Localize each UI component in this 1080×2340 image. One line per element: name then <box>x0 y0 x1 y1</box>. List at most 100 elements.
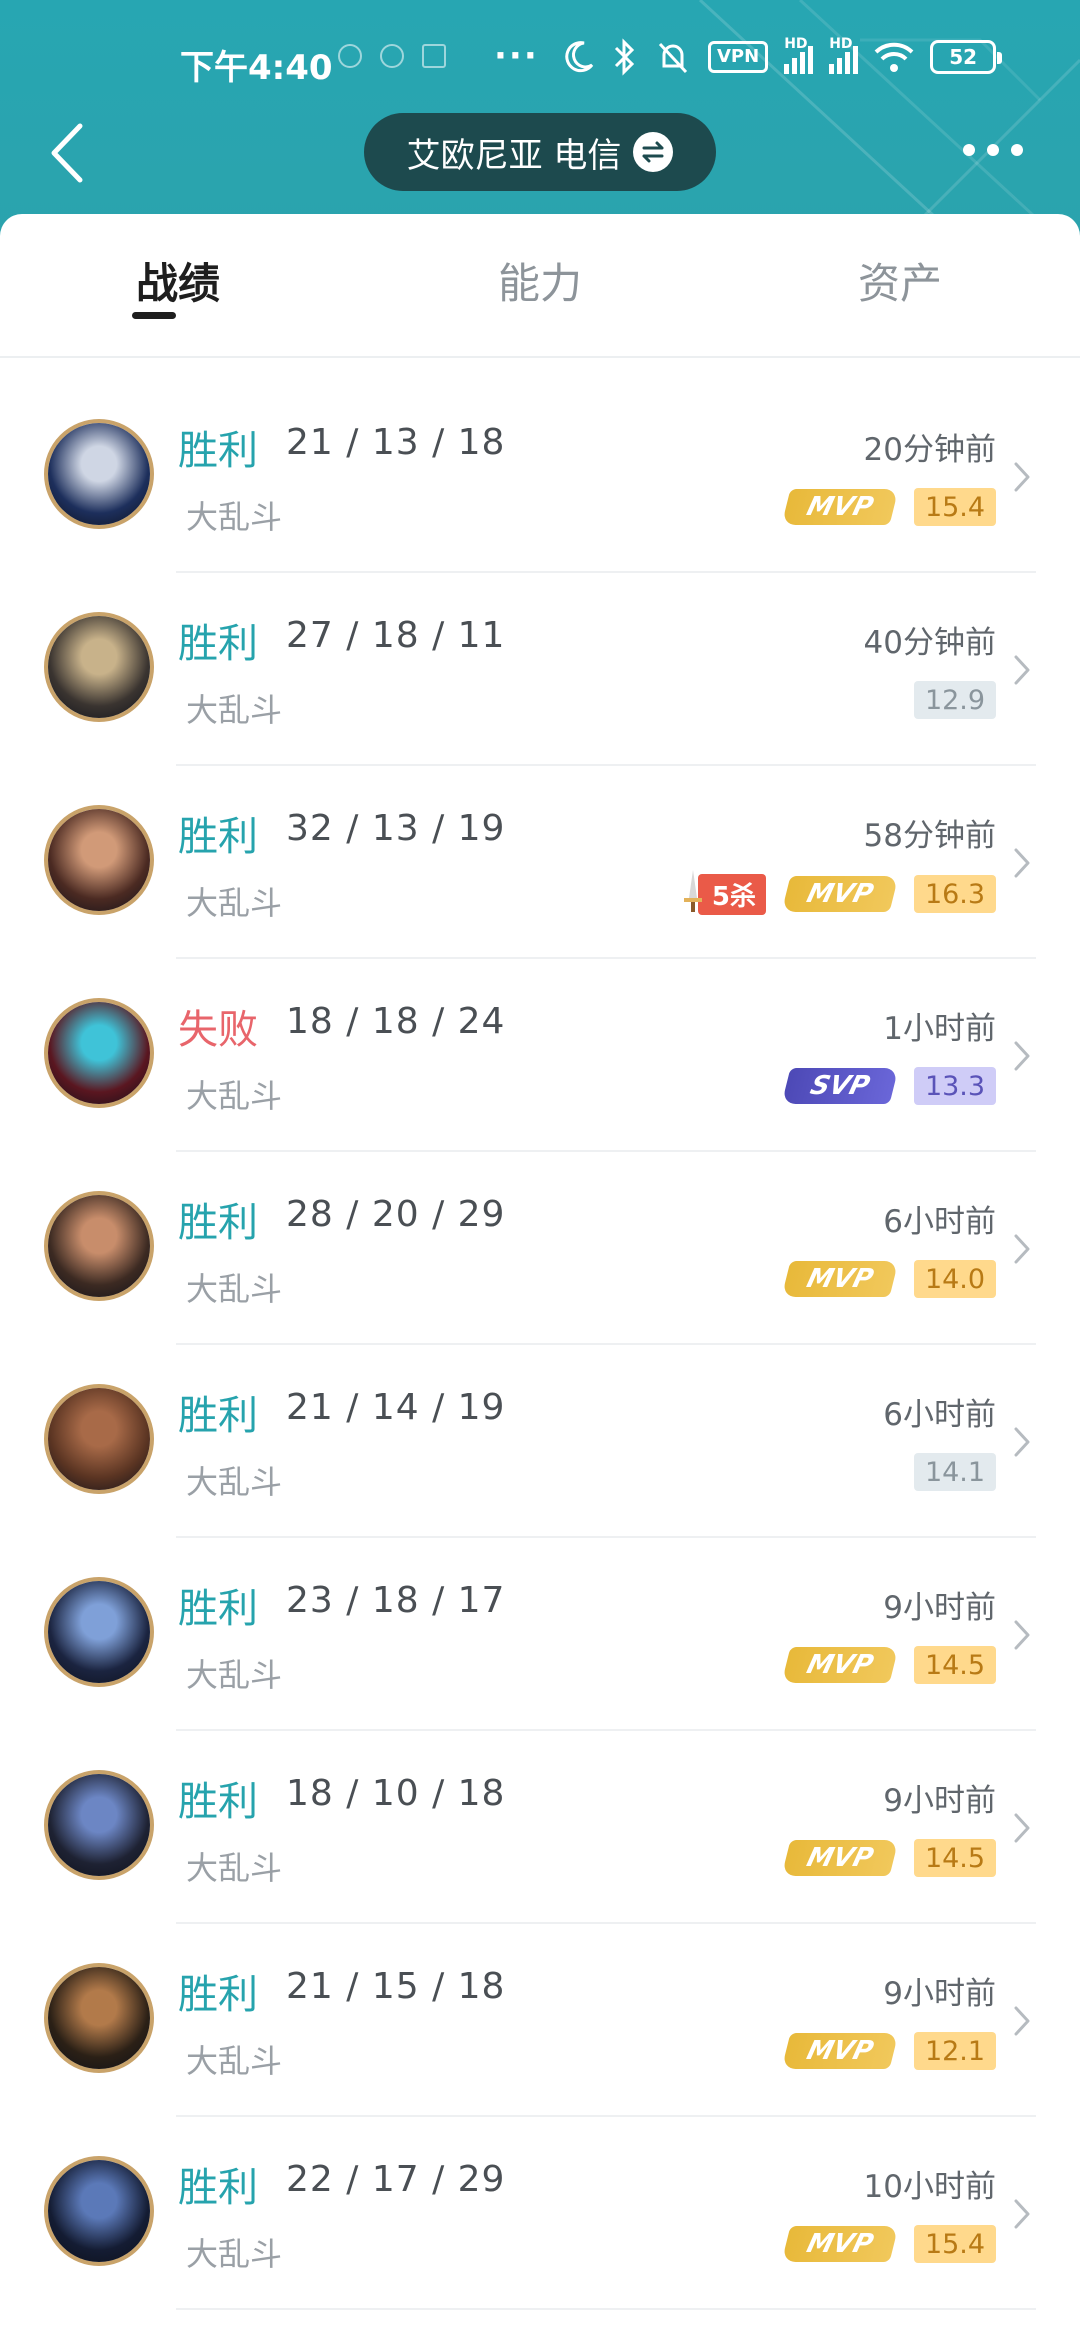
penta-kill-label: 5杀 <box>697 873 766 915</box>
match-time: 20分钟前 <box>863 432 996 468</box>
chevron-right-icon <box>1014 1041 1030 1071</box>
chevron-right-icon <box>1014 655 1030 685</box>
kda-stats: 32 / 13 / 19 <box>286 808 506 849</box>
chevron-right-icon <box>1014 1234 1030 1264</box>
moon-icon <box>565 41 594 73</box>
match-row[interactable]: 胜利 23 / 18 / 17 大乱斗 9小时前 MVP 14.5 <box>0 1538 1080 1731</box>
game-mode: 大乱斗 <box>186 884 283 922</box>
match-badges: 5杀 MVP 16.3 <box>678 870 996 915</box>
match-row[interactable]: 失败 18 / 18 / 24 大乱斗 1小时前 SVP 13.3 <box>0 959 1080 1152</box>
kda-stats: 27 / 18 / 11 <box>286 615 506 656</box>
game-mode: 大乱斗 <box>186 1270 283 1308</box>
match-badges: MVP 14.5 <box>781 1839 996 1877</box>
tab-ability[interactable]: 能力 <box>440 250 640 311</box>
score-badge: 13.3 <box>914 1067 996 1105</box>
game-mode: 大乱斗 <box>186 1463 283 1501</box>
champion-avatar <box>44 1770 154 1880</box>
tab-assets[interactable]: 资产 <box>800 250 1000 311</box>
match-badges: MVP 14.5 <box>781 1646 996 1684</box>
kda-stats: 21 / 15 / 18 <box>286 1966 506 2007</box>
match-row[interactable]: 胜利 28 / 20 / 29 大乱斗 6小时前 MVP 14.0 <box>0 1152 1080 1345</box>
match-result: 胜利 <box>178 1779 258 1825</box>
mute-bell-icon <box>658 42 688 74</box>
champion-avatar <box>44 2156 154 2266</box>
champion-avatar <box>44 1577 154 1687</box>
mvp-badge: MVP <box>781 2033 899 2069</box>
game-mode: 大乱斗 <box>186 1656 283 1694</box>
match-badges: SVP 13.3 <box>781 1067 996 1105</box>
bluetooth-icon <box>614 38 635 76</box>
match-badges: 12.9 <box>914 681 996 719</box>
score-badge: 15.4 <box>914 488 996 526</box>
match-badges: MVP 15.4 <box>781 2225 996 2263</box>
status-bar: 下午4:40 ··· VPN HD HD 52 <box>0 0 1080 120</box>
kda-stats: 18 / 18 / 24 <box>286 1001 506 1042</box>
game-mode: 大乱斗 <box>186 2235 283 2273</box>
score-badge: 16.3 <box>914 875 996 913</box>
match-row[interactable]: 胜利 22 / 17 / 29 大乱斗 10小时前 MVP 15.4 <box>0 2117 1080 2310</box>
mvp-badge: MVP <box>781 1261 899 1297</box>
champion-avatar <box>44 419 154 529</box>
match-time: 9小时前 <box>883 1976 996 2012</box>
match-row[interactable]: 胜利 32 / 13 / 19 大乱斗 58分钟前 5杀 MVP 16.3 <box>0 766 1080 959</box>
score-badge: 14.5 <box>914 1646 996 1684</box>
champion-avatar <box>44 1191 154 1301</box>
kda-stats: 23 / 18 / 17 <box>286 1580 506 1621</box>
match-result: 胜利 <box>178 2165 258 2211</box>
match-time: 6小时前 <box>883 1397 996 1433</box>
penta-kill-badge: 5杀 <box>678 870 766 915</box>
match-result: 胜利 <box>178 1586 258 1632</box>
more-notifications-dots: ··· <box>494 36 539 76</box>
game-mode: 大乱斗 <box>186 498 283 536</box>
champion-avatar <box>44 1384 154 1494</box>
battery-indicator: 52 <box>930 40 1003 74</box>
match-result: 失败 <box>178 1007 258 1053</box>
row-divider <box>176 2308 1036 2310</box>
match-row[interactable]: 胜利 21 / 15 / 18 大乱斗 9小时前 MVP 12.1 <box>0 1924 1080 2117</box>
status-time: 下午4:40 <box>180 48 333 88</box>
match-time: 58分钟前 <box>863 818 996 854</box>
mvp-badge: MVP <box>781 1647 899 1683</box>
vpn-indicator: VPN <box>708 41 769 73</box>
game-mode: 大乱斗 <box>186 691 283 729</box>
game-mode: 大乱斗 <box>186 1849 283 1887</box>
active-tab-indicator <box>132 312 176 319</box>
tab-match-history[interactable]: 战绩 <box>78 250 278 311</box>
sword-icon <box>684 870 702 912</box>
match-time: 40分钟前 <box>863 625 996 661</box>
mvp-badge: MVP <box>781 2226 899 2262</box>
champion-avatar <box>44 612 154 722</box>
match-row[interactable]: 胜利 21 / 13 / 18 大乱斗 20分钟前 MVP 15.4 <box>0 380 1080 573</box>
match-result: 胜利 <box>178 814 258 860</box>
champion-avatar <box>44 998 154 1108</box>
champion-avatar <box>44 805 154 915</box>
match-row[interactable]: 胜利 18 / 10 / 18 大乱斗 9小时前 MVP 14.5 <box>0 1731 1080 1924</box>
signal-icon-2: HD <box>829 36 859 74</box>
mvp-badge: MVP <box>781 876 899 912</box>
mvp-badge: MVP <box>781 489 899 525</box>
match-time: 1小时前 <box>883 1011 996 1047</box>
score-badge: 15.4 <box>914 2225 996 2263</box>
score-badge: 14.0 <box>914 1260 996 1298</box>
tab-bar: 战绩 能力 资产 <box>0 214 1080 358</box>
score-badge: 14.5 <box>914 1839 996 1877</box>
match-badges: MVP 14.0 <box>781 1260 996 1298</box>
match-result: 胜利 <box>178 1972 258 2018</box>
server-name: 艾欧尼亚 电信 <box>406 135 622 176</box>
notification-icons <box>338 44 446 68</box>
match-time: 10小时前 <box>863 2169 996 2205</box>
chevron-right-icon <box>1014 1427 1030 1457</box>
back-button[interactable] <box>36 118 96 188</box>
match-row[interactable]: 胜利 21 / 14 / 19 大乱斗 6小时前 14.1 <box>0 1345 1080 1538</box>
server-switch-button[interactable]: 艾欧尼亚 电信 <box>364 113 716 191</box>
chevron-right-icon <box>1014 462 1030 492</box>
match-badges: 14.1 <box>914 1453 996 1491</box>
more-dots-icon[interactable] <box>958 130 1028 170</box>
match-row[interactable]: 胜利 27 / 18 / 11 大乱斗 40分钟前 12.9 <box>0 573 1080 766</box>
match-result: 胜利 <box>178 1200 258 1246</box>
score-badge: 12.9 <box>914 681 996 719</box>
kda-stats: 28 / 20 / 29 <box>286 1194 506 1235</box>
kda-stats: 21 / 13 / 18 <box>286 422 506 463</box>
match-time: 6小时前 <box>883 1204 996 1240</box>
signal-icon: HD <box>784 36 814 74</box>
